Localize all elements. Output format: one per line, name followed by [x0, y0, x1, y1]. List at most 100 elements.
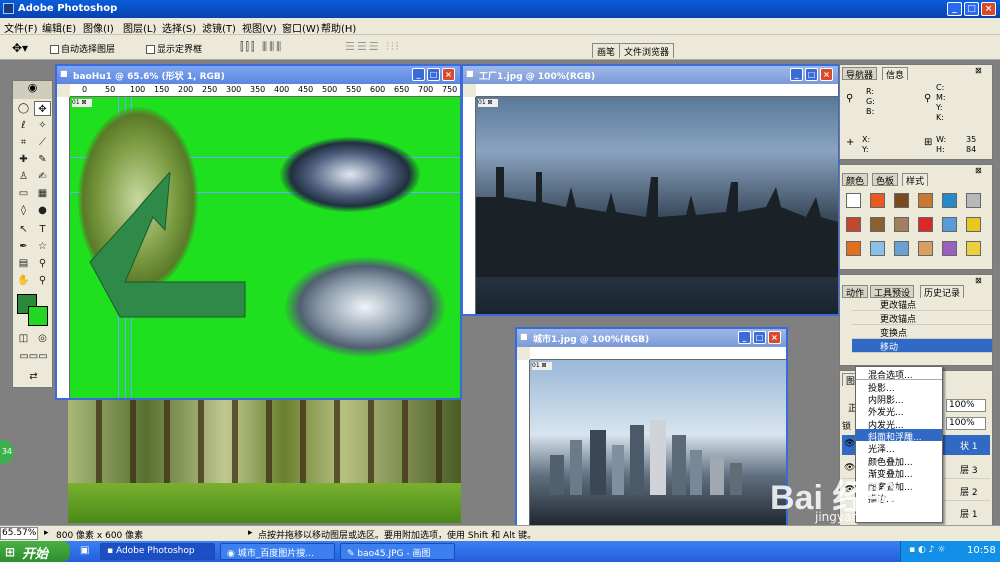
- zoom-tool-icon[interactable]: ⚲: [34, 273, 51, 288]
- canvas[interactable]: 01 ⊠: [70, 97, 460, 398]
- task-paint[interactable]: ✎ bao45.JPG - 画图: [340, 543, 455, 560]
- start-button[interactable]: ⊞ 开始: [0, 541, 70, 562]
- eyedropper-icon[interactable]: ⚲: [34, 256, 51, 271]
- stamp-tool-icon[interactable]: ♙: [15, 169, 32, 184]
- tab-file-browser[interactable]: 文件浏览器: [619, 43, 675, 58]
- style-swatch[interactable]: [942, 217, 957, 232]
- menu-view[interactable]: 视图(V): [242, 20, 277, 35]
- doc-maximize-button[interactable]: □: [753, 331, 766, 344]
- style-swatch[interactable]: [894, 193, 909, 208]
- menu-edit[interactable]: 编辑(E): [42, 20, 76, 35]
- doc-maximize-button[interactable]: □: [427, 68, 440, 81]
- style-swatch[interactable]: [966, 193, 981, 208]
- style-swatch[interactable]: [870, 241, 885, 256]
- history-brush-icon[interactable]: ✍: [34, 169, 51, 184]
- task-photoshop[interactable]: ▪ Adobe Photoshop: [100, 543, 215, 560]
- style-swatch[interactable]: [894, 241, 909, 256]
- minimize-button[interactable]: _: [947, 2, 962, 16]
- style-swatch[interactable]: [870, 217, 885, 232]
- auto-select-checkbox[interactable]: 自动选择图层: [50, 42, 115, 55]
- marquee-tool-icon[interactable]: ◯: [15, 101, 32, 116]
- path-select-icon[interactable]: ↖: [15, 222, 32, 237]
- move-tool-icon[interactable]: ✥▾: [12, 41, 28, 55]
- maximize-button[interactable]: □: [964, 2, 979, 16]
- blur-tool-icon[interactable]: ◊: [15, 203, 32, 218]
- style-swatch[interactable]: [942, 193, 957, 208]
- style-swatch[interactable]: [966, 217, 981, 232]
- type-tool-icon[interactable]: T: [34, 222, 51, 237]
- hand-tool-icon[interactable]: ✋: [15, 273, 32, 288]
- style-swatch[interactable]: [918, 241, 933, 256]
- factory-oval-layer[interactable]: [280, 137, 420, 212]
- city-oval-layer[interactable]: [285, 257, 445, 357]
- tab-brush[interactable]: 画笔: [592, 43, 621, 58]
- menu-item-inner-shadow[interactable]: 内阴影...: [856, 392, 942, 406]
- document-window-baohu1[interactable]: ■ baoHu1 @ 65.6% (形状 1, RGB) _ □ × 0 50 …: [55, 64, 462, 400]
- style-swatch[interactable]: [870, 193, 885, 208]
- tab-styles[interactable]: 样式: [902, 173, 929, 187]
- jump-to-imageready-icon[interactable]: ⇄: [15, 369, 52, 384]
- doc-close-button[interactable]: ×: [820, 68, 833, 81]
- style-swatch[interactable]: [966, 241, 981, 256]
- tab-swatches[interactable]: 色板: [872, 173, 899, 187]
- tab-navigator[interactable]: 导航器: [842, 67, 878, 81]
- document-window-city[interactable]: ■ 城市1.jpg @ 100%(RGB) _ □ × 01 ⊠: [515, 327, 788, 527]
- menu-select[interactable]: 选择(S): [162, 20, 196, 35]
- doc-minimize-button[interactable]: _: [738, 331, 751, 344]
- menu-item-drop-shadow[interactable]: 投影...: [856, 379, 942, 394]
- background-color-swatch[interactable]: [28, 306, 48, 326]
- pen-tool-icon[interactable]: ✒: [15, 239, 32, 254]
- fill-field[interactable]: 100%: [946, 417, 986, 430]
- gradient-tool-icon[interactable]: ▦: [34, 186, 51, 201]
- doc-close-button[interactable]: ×: [768, 331, 781, 344]
- quickmask-mode-icon[interactable]: ◎: [34, 331, 51, 346]
- align-icons[interactable]: ⫿⫿⫿ ⫼⫼⫼: [240, 40, 283, 54]
- menu-item-outer-glow[interactable]: 外发光...: [856, 404, 942, 418]
- dodge-tool-icon[interactable]: ●: [34, 203, 51, 218]
- tab-color[interactable]: 颜色: [842, 173, 869, 187]
- history-item[interactable]: 更改锚点: [852, 297, 992, 311]
- tab-info[interactable]: 信息: [882, 67, 909, 81]
- doc-minimize-button[interactable]: _: [790, 68, 803, 81]
- menu-image[interactable]: 图像(I): [83, 20, 114, 35]
- style-swatch[interactable]: [918, 193, 933, 208]
- style-swatch[interactable]: [918, 217, 933, 232]
- move-tool-icon[interactable]: ✥: [34, 101, 51, 116]
- brush-tool-icon[interactable]: ✎: [34, 152, 51, 167]
- show-bounds-checkbox[interactable]: 显示定界框: [146, 42, 202, 55]
- menu-help[interactable]: 帮助(H): [321, 20, 356, 35]
- style-swatch[interactable]: [894, 217, 909, 232]
- menu-window[interactable]: 窗口(W): [282, 20, 320, 35]
- panel-close-icon[interactable]: ⊠: [975, 276, 982, 285]
- slice-tool-icon[interactable]: ⟋: [34, 135, 51, 150]
- style-swatch[interactable]: [846, 241, 861, 256]
- eraser-tool-icon[interactable]: ▭: [15, 186, 32, 201]
- distribute-icons[interactable]: ☰☰☰ ⫶⫶⫶: [345, 40, 400, 54]
- zoom-field[interactable]: 65.57%: [0, 527, 38, 540]
- history-item[interactable]: 更改锚点: [852, 311, 992, 325]
- shape-tool-icon[interactable]: ☆: [34, 239, 51, 254]
- menu-item-inner-glow[interactable]: 内发光...: [856, 417, 942, 431]
- style-swatch[interactable]: [942, 241, 957, 256]
- healing-tool-icon[interactable]: ✚: [15, 152, 32, 167]
- menu-filter[interactable]: 滤镜(T): [202, 20, 236, 35]
- lasso-tool-icon[interactable]: ℓ: [15, 118, 32, 133]
- doc-maximize-button[interactable]: □: [805, 68, 818, 81]
- tray-icons[interactable]: ▪ ◐ ♪ ☼: [909, 545, 945, 555]
- menu-item-color-overlay[interactable]: 颜色叠加...: [856, 454, 942, 468]
- close-button[interactable]: ×: [981, 2, 996, 16]
- history-item-selected[interactable]: 移动: [852, 339, 992, 353]
- menu-item-blending-options[interactable]: 混合选项...: [856, 367, 942, 381]
- screen-mode-icons[interactable]: ▭▭▭: [15, 349, 52, 364]
- doc-close-button[interactable]: ×: [442, 68, 455, 81]
- history-item[interactable]: 变换点: [852, 325, 992, 339]
- arrow-shape-layer[interactable]: [85, 172, 255, 342]
- panel-close-icon[interactable]: ⊠: [975, 166, 982, 175]
- status-arrow-icon[interactable]: ▸: [44, 528, 49, 538]
- standard-mode-icon[interactable]: ◫: [15, 331, 32, 346]
- doc-minimize-button[interactable]: _: [412, 68, 425, 81]
- crop-tool-icon[interactable]: ⌗: [15, 135, 32, 150]
- menu-layer[interactable]: 图层(L): [123, 20, 156, 35]
- document-window-factory[interactable]: ■ 工厂1.jpg @ 100%(RGB) _ □ × 01 ⊠: [461, 64, 840, 316]
- menu-item-bevel-emboss[interactable]: 斜面和浮雕...: [856, 428, 942, 443]
